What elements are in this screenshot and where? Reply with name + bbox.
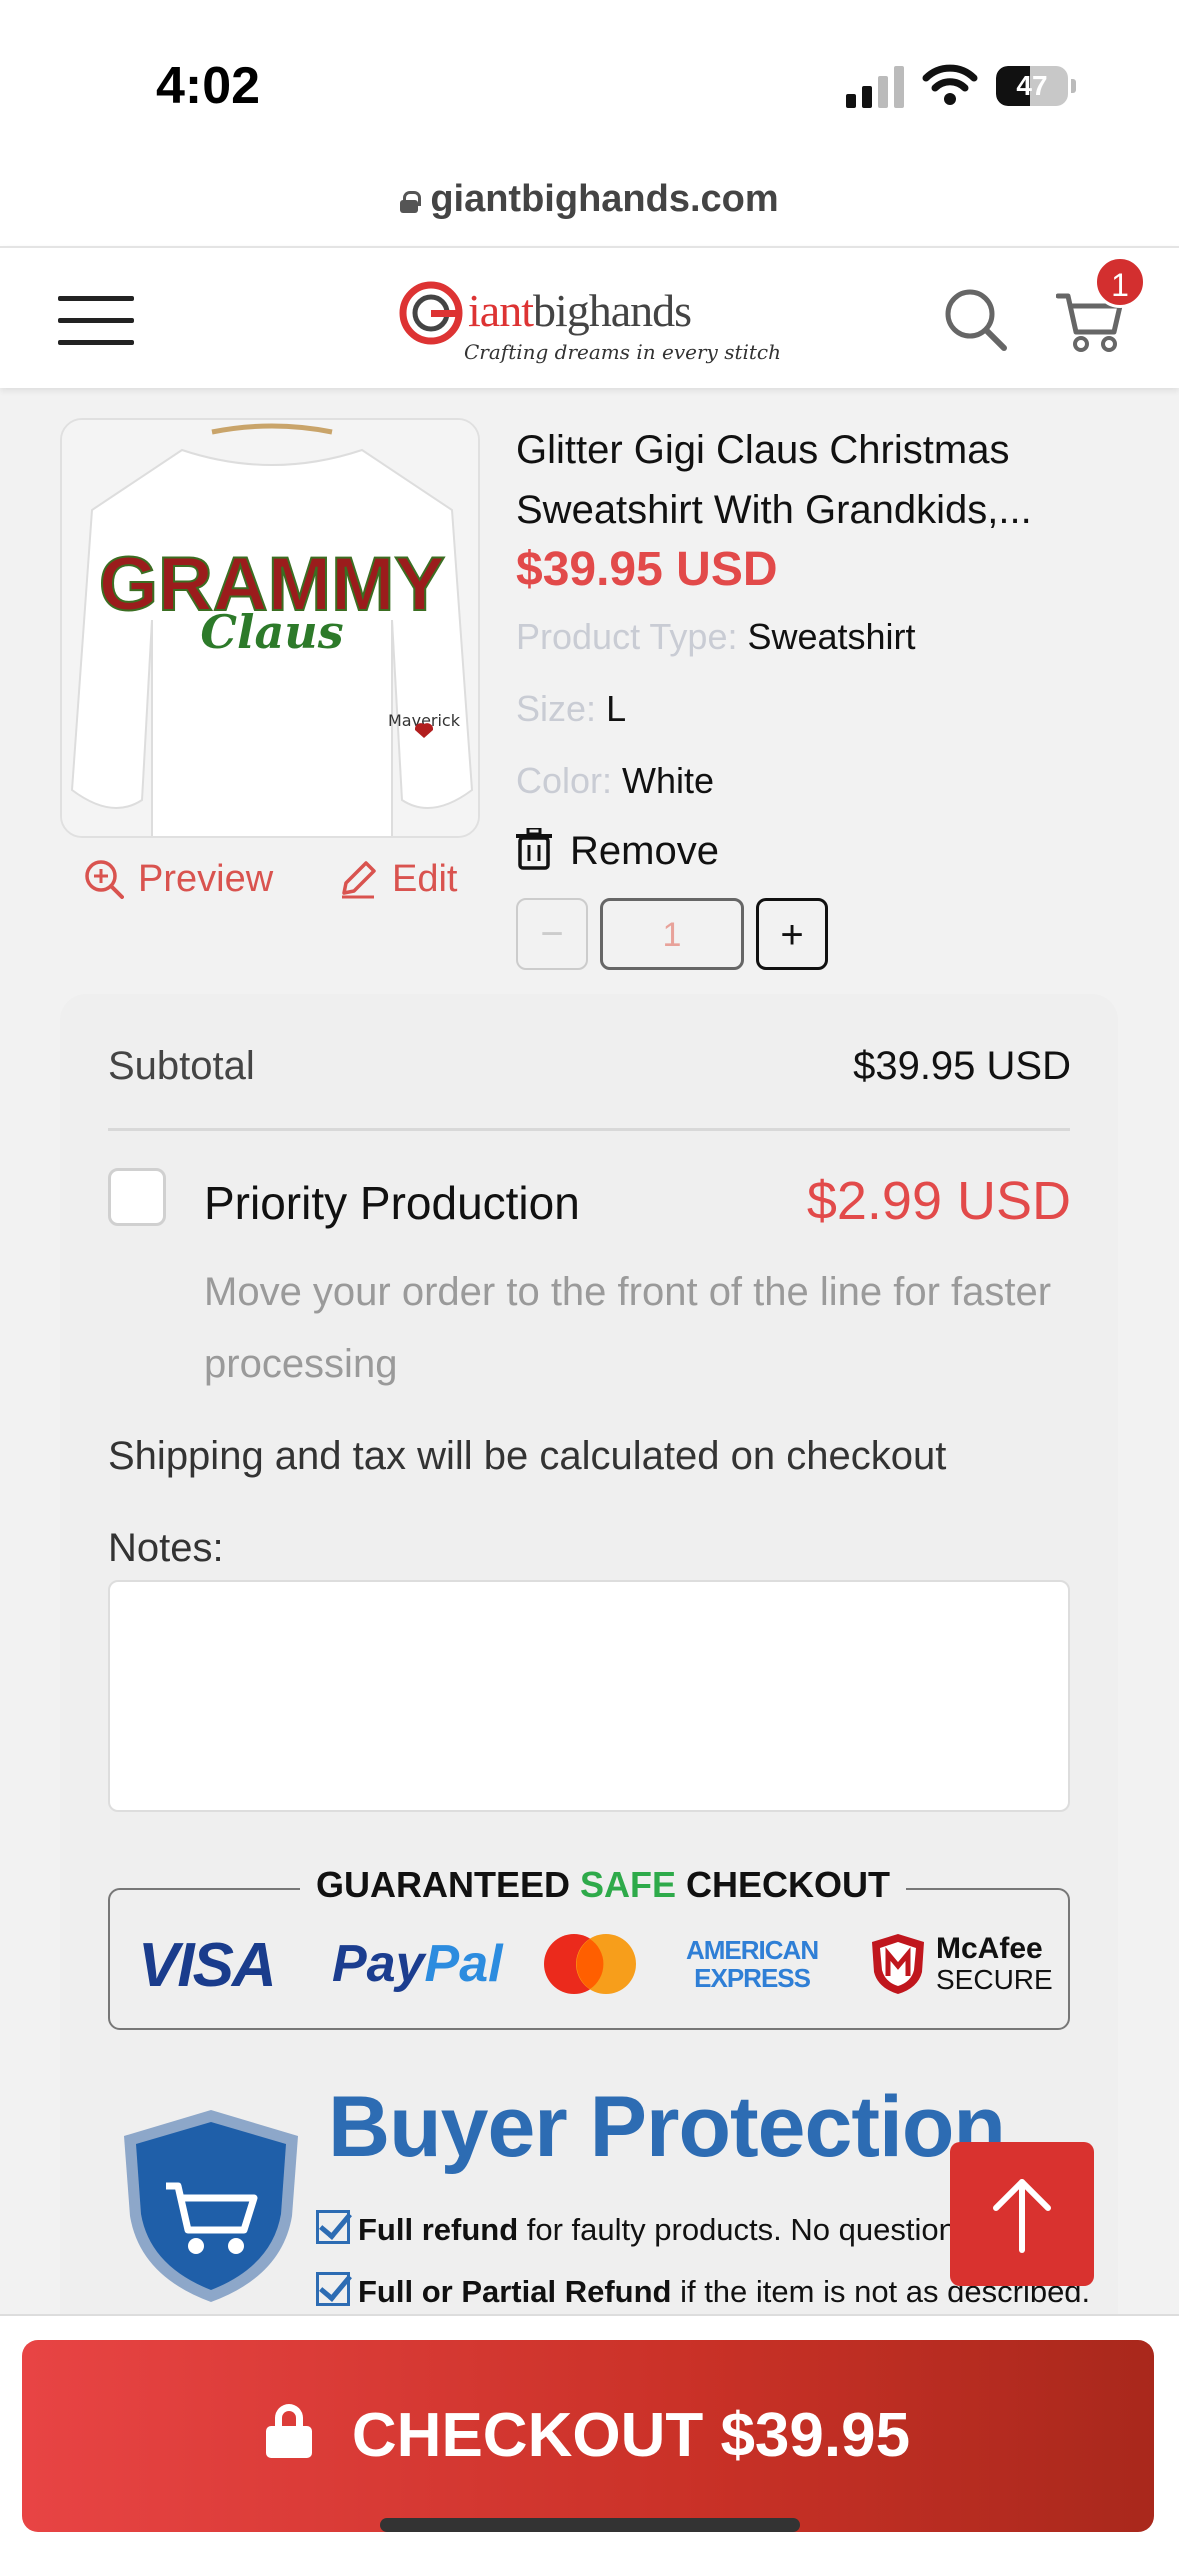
divider [108, 1128, 1070, 1131]
home-indicator[interactable] [380, 2518, 800, 2532]
mcafee-shield-icon [872, 1934, 924, 1994]
mcafee-logo: McAfee SECURE [868, 1932, 1053, 1996]
logo-tagline: Crafting dreams in every stitch [464, 340, 782, 364]
pencil-icon [342, 861, 376, 899]
logo-mark-icon [399, 281, 463, 345]
status-time: 4:02 [156, 57, 261, 115]
svg-text:Claus: Claus [200, 605, 343, 659]
buyer-protection-shield-icon [124, 2110, 298, 2302]
mastercard-logo [544, 1934, 636, 1994]
battery-level: 47 [1016, 70, 1048, 101]
arrow-up-icon [993, 2179, 1051, 2253]
sweatshirt-image: GRAMMY Claus Maverick [62, 420, 478, 836]
subtotal-label: Subtotal [108, 1044, 255, 1088]
remove-button[interactable]: Remove [516, 828, 719, 874]
priority-production-checkbox[interactable] [108, 1168, 166, 1226]
attr-product-type: Product Type: Sweatshirt [516, 616, 916, 657]
buyer-protection-title: Buyer Protection [328, 2079, 1006, 2175]
amex-logo: AMERICAN EXPRESS [686, 1935, 819, 1993]
buyer-protection-line-1: Full refund for faulty products. No ques… [316, 2210, 956, 2248]
battery-icon: 47 [996, 66, 1076, 106]
quantity-decrease-button[interactable]: − [516, 898, 588, 970]
zoom-in-icon [85, 860, 124, 899]
checkout-button[interactable]: CHECKOUT $39.95 [22, 2340, 1154, 2532]
logo-wordmark: iantbighands [468, 285, 692, 336]
site-header: iantbighands Crafting dreams in every st… [0, 246, 1179, 388]
attr-size: Size: L [516, 688, 627, 729]
visa-logo: VISA [138, 1931, 277, 2000]
quantity-increase-button[interactable]: + [756, 898, 828, 970]
checkmark-icon [316, 2210, 350, 2244]
site-logo[interactable]: iantbighands Crafting dreams in every st… [398, 270, 781, 370]
quantity-input[interactable]: 1 [600, 898, 744, 970]
cellular-signal-icon [846, 66, 904, 108]
attr-color: Color: White [516, 760, 715, 801]
cart-count-badge: 1 [1094, 256, 1146, 308]
product-image[interactable]: GRAMMY Claus Maverick [60, 418, 480, 838]
scroll-to-top-button[interactable] [950, 2142, 1094, 2286]
notes-label: Notes: [108, 1526, 224, 1570]
preview-button[interactable]: Preview [84, 858, 273, 901]
product-price: $39.95 USD [516, 543, 778, 596]
priority-production-price: $2.99 USD [806, 1171, 1071, 1231]
address-bar[interactable]: giantbighands.com [0, 178, 1179, 221]
priority-production-description: Move your order to the front of the line… [204, 1270, 1052, 1386]
padlock-icon [265, 2404, 312, 2458]
product-title[interactable]: Glitter Gigi Claus Christmas Sweatshirt … [516, 420, 1086, 540]
safe-checkout-title: GUARANTEED SAFE CHECKOUT [300, 1864, 907, 1906]
trash-icon [516, 828, 552, 870]
subtotal-value: $39.95 USD [853, 1044, 1071, 1088]
status-bar: 4:02 47 giantbighands.com [0, 0, 1179, 246]
lock-icon [400, 191, 422, 213]
search-icon[interactable] [942, 286, 1008, 352]
paypal-logo: PayPal [332, 1935, 503, 1993]
wifi-icon [922, 64, 978, 105]
url-text: giantbighands.com [430, 178, 779, 220]
checkmark-icon [316, 2272, 350, 2306]
shipping-note: Shipping and tax will be calculated on c… [108, 1434, 947, 1478]
edit-button[interactable]: Edit [338, 858, 457, 901]
notes-textarea[interactable] [108, 1580, 1070, 1812]
menu-icon[interactable] [58, 296, 134, 346]
page: 4:02 47 giantbighands.com iantbighands C… [0, 0, 1179, 2556]
priority-production-label[interactable]: Priority Production [204, 1176, 580, 1230]
